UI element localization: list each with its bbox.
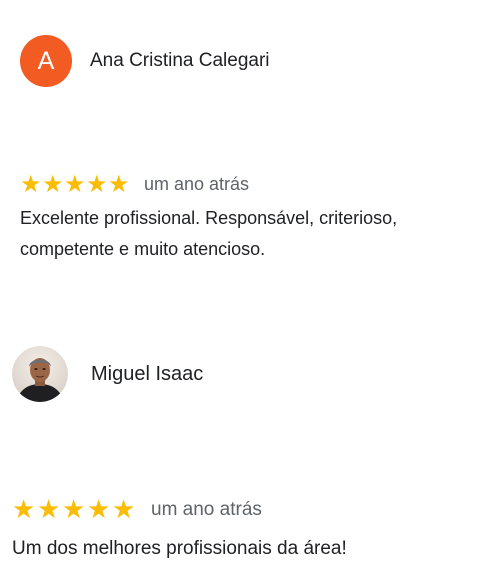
avatar[interactable]: A — [20, 35, 72, 87]
star-rating: ★ ★ ★ ★ ★ — [12, 495, 137, 525]
review-text: Excelente profissional. Responsável, cri… — [20, 208, 398, 259]
author-name[interactable]: Ana Cristina Calegari — [90, 50, 270, 72]
star-icon: ★ — [62, 495, 86, 525]
reviews-list: A Ana Cristina Calegari ★ ★ ★ ★ ★ um ano… — [0, 0, 482, 568]
star-icon: ★ — [64, 170, 86, 198]
author-name[interactable]: Miguel Isaac — [91, 363, 203, 386]
star-icon: ★ — [86, 170, 108, 198]
star-icon: ★ — [20, 170, 42, 198]
review-date: um ano atrás — [144, 173, 250, 194]
star-icon: ★ — [37, 495, 61, 525]
review-author-row[interactable]: Miguel Isaac — [12, 346, 203, 402]
star-icon: ★ — [87, 495, 111, 525]
rating-row: ★ ★ ★ ★ ★ um ano atrás — [20, 172, 249, 196]
star-icon: ★ — [12, 495, 36, 525]
review-author-row[interactable]: A Ana Cristina Calegari — [20, 35, 270, 87]
avatar-letter: A — [37, 46, 55, 75]
star-icon: ★ — [112, 495, 136, 525]
star-rating: ★ ★ ★ ★ ★ — [20, 172, 130, 196]
star-icon: ★ — [108, 170, 130, 198]
rating-row: ★ ★ ★ ★ ★ um ano atrás — [12, 495, 262, 525]
review-date: um ano atrás — [151, 499, 262, 520]
star-icon: ★ — [42, 170, 64, 198]
review-text: Um dos melhores profissionais da área! — [12, 538, 347, 559]
avatar-photo[interactable] — [12, 346, 68, 402]
